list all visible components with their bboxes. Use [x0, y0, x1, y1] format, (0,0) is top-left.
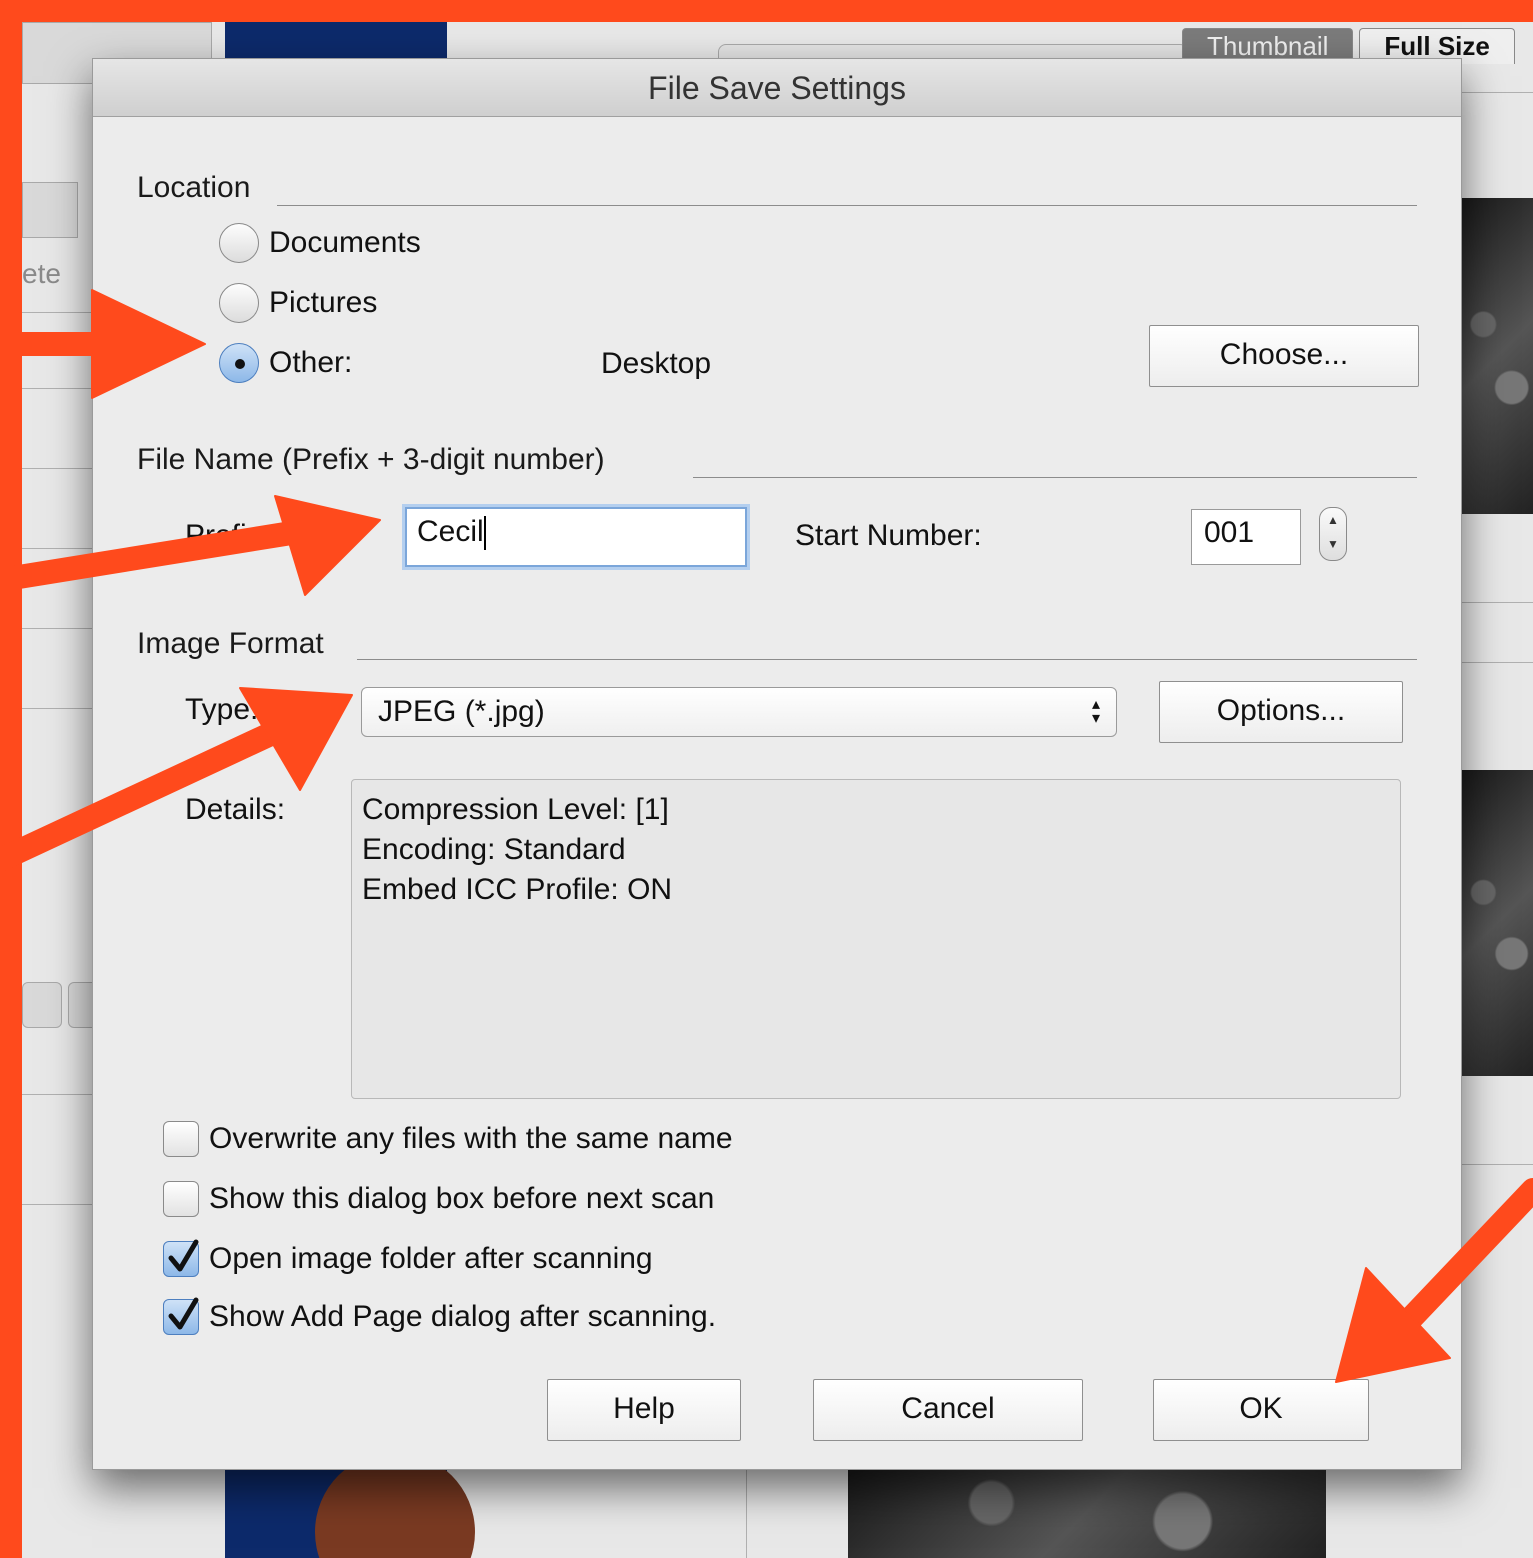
annotation-border — [0, 0, 1533, 1558]
